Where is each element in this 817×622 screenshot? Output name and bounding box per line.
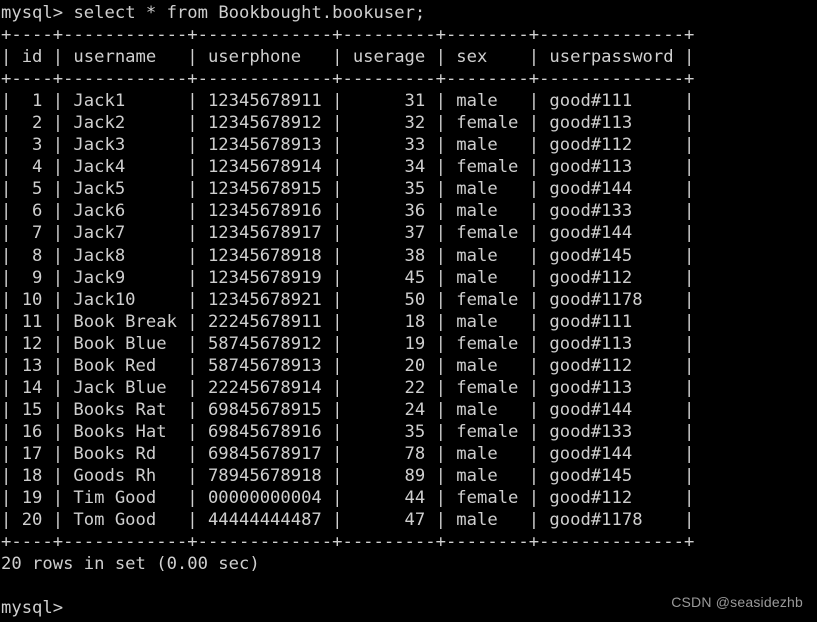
table-row: | 12 | Book Blue | 58745678912 | 19 | fe… — [1, 333, 695, 354]
table-row: | 6 | Jack6 | 12345678916 | 36 | male | … — [1, 201, 695, 222]
table-row: | 3 | Jack3 | 12345678913 | 33 | male | … — [1, 135, 695, 156]
table-row: | 16 | Books Hat | 69845678916 | 35 | fe… — [1, 421, 695, 442]
csdn-watermark: CSDN @seasidezhb — [671, 594, 803, 610]
result-status-line: 20 rows in set (0.00 sec) — [1, 554, 260, 575]
command-text — [63, 3, 73, 23]
table-row: | 4 | Jack4 | 12345678914 | 34 | female … — [1, 157, 695, 178]
table-row: | 15 | Books Rat | 69845678915 | 24 | ma… — [1, 399, 695, 420]
table-row: | 20 | Tom Good | 44444444487 | 47 | mal… — [1, 510, 695, 531]
table-row: | 17 | Books Rd | 69845678917 | 78 | mal… — [1, 443, 695, 464]
table-row: | 14 | Jack Blue | 22245678914 | 22 | fe… — [1, 377, 695, 398]
table-row: | 1 | Jack1 | 12345678911 | 31 | male | … — [1, 91, 695, 112]
table-separator-line: +----+------------+-------------+-------… — [1, 25, 695, 46]
command-line: mysql> select * from Bookbought.bookuser… — [1, 2, 817, 24]
table-row: | 8 | Jack8 | 12345678918 | 38 | male | … — [1, 245, 695, 266]
shell-prompt: mysql> — [1, 3, 64, 23]
table-row: | 10 | Jack10 | 12345678921 | 50 | femal… — [1, 289, 695, 310]
table-row: | 19 | Tim Good | 00000000004 | 44 | fem… — [1, 488, 695, 509]
table-separator-line: +----+------------+-------------+-------… — [1, 69, 695, 90]
table-row: | 11 | Book Break | 22245678911 | 18 | m… — [1, 311, 695, 332]
table-header-row: | id | username | userphone | userage | … — [1, 47, 695, 68]
table-row: | 7 | Jack7 | 12345678917 | 37 | female … — [1, 223, 695, 244]
table-row: | 9 | Jack9 | 12345678919 | 45 | male | … — [1, 267, 695, 288]
sql-command: select * from Bookbought.bookuser; — [73, 3, 426, 23]
table-row: | 18 | Goods Rh | 78945678918 | 89 | mal… — [1, 465, 695, 486]
table-separator-line: +----+------------+-------------+-------… — [1, 532, 695, 553]
table-row: | 5 | Jack5 | 12345678915 | 35 | male | … — [1, 179, 695, 200]
table-row: | 13 | Book Red | 58745678913 | 20 | mal… — [1, 355, 695, 376]
terminal-window[interactable]: mysql> select * from Bookbought.bookuser… — [0, 0, 817, 622]
table-row: | 2 | Jack2 | 12345678912 | 32 | female … — [1, 113, 695, 134]
query-result-table: +----+------------+-------------+-------… — [1, 24, 817, 553]
